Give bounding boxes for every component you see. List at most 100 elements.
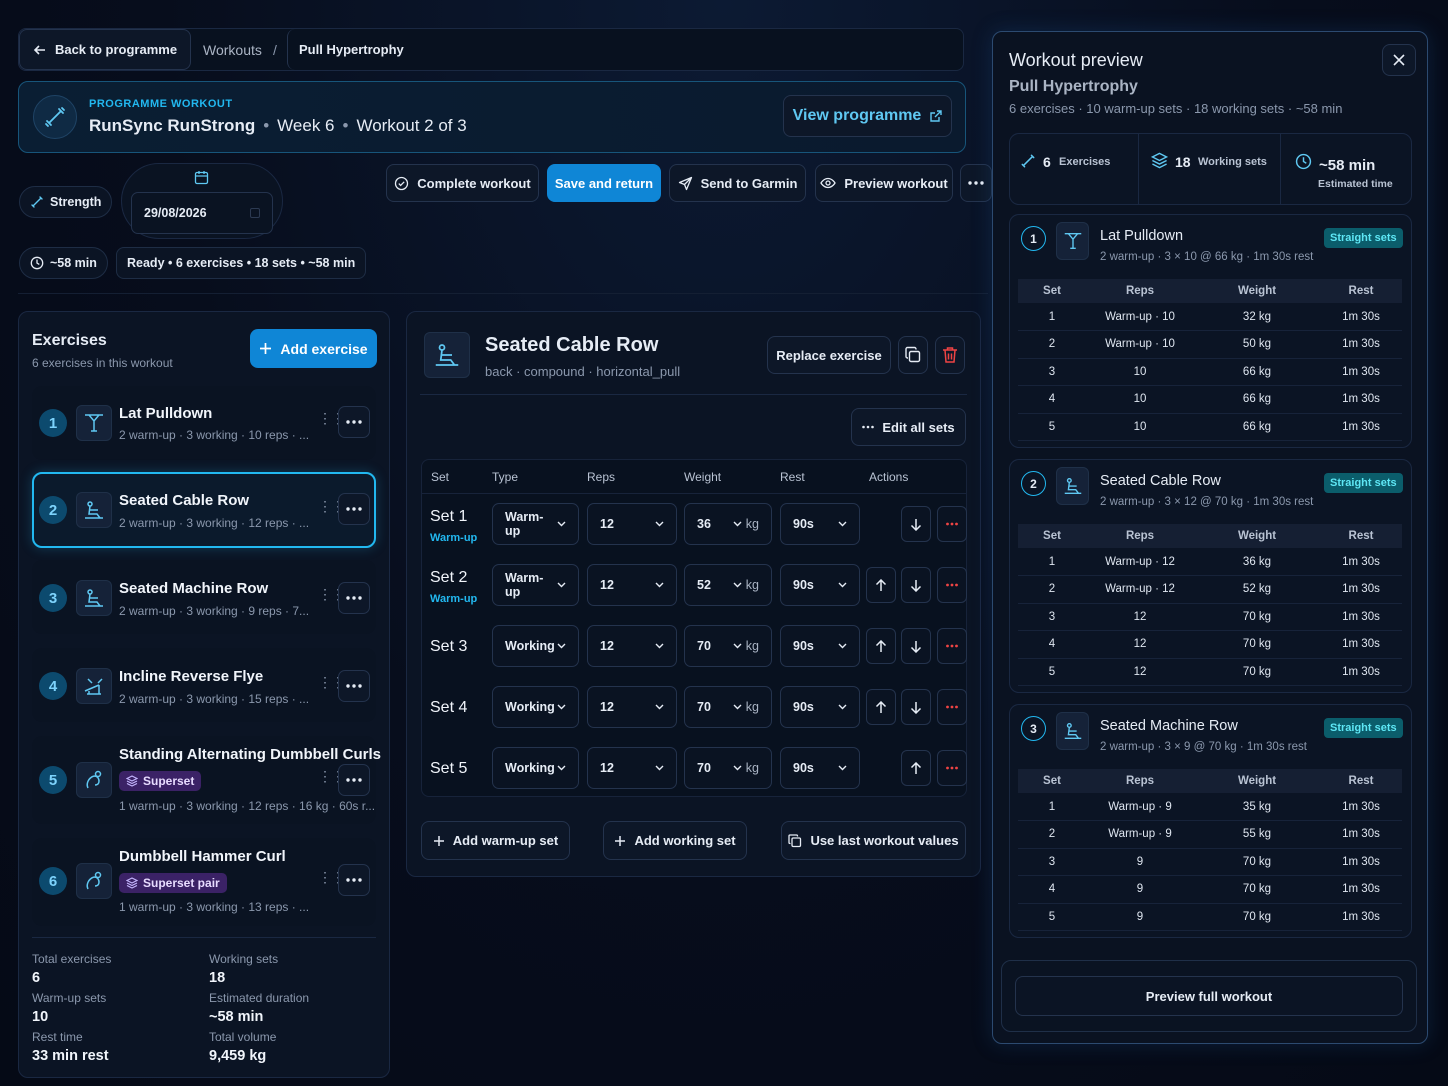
more-horizontal-icon xyxy=(946,522,958,526)
exercise-more-button[interactable] xyxy=(338,764,370,796)
exercise-more-button[interactable] xyxy=(338,406,370,438)
preview-set-row: 1 Warm-up · 10 32 kg 1m 30s xyxy=(1018,303,1402,331)
chevron-down-icon xyxy=(655,643,664,649)
move-down-button[interactable] xyxy=(901,506,931,542)
duplicate-button[interactable] xyxy=(898,336,928,374)
preview-cell: Warm-up · 12 xyxy=(1086,548,1194,576)
rest-select[interactable]: 90s xyxy=(780,564,860,606)
preview-set-row: 3 9 70 kg 1m 30s xyxy=(1018,848,1402,876)
chevron-down-icon xyxy=(655,704,664,710)
exercise-number-badge: 5 xyxy=(39,766,67,794)
col-rest: Rest xyxy=(780,470,805,484)
weight-input[interactable]: 70 kg xyxy=(684,625,772,667)
weight-input[interactable]: 70 kg xyxy=(684,686,772,728)
back-to-programme-button[interactable]: Back to programme xyxy=(19,29,191,70)
set-type-select[interactable]: Warm-up xyxy=(492,564,579,606)
rest-select[interactable]: 90s xyxy=(780,747,860,789)
set-type-select[interactable]: Working xyxy=(492,625,579,667)
reps-select[interactable]: 12 xyxy=(587,686,677,728)
move-up-button[interactable] xyxy=(901,750,931,786)
breadcrumb-separator: / xyxy=(273,42,277,58)
stat-sets-label: Working sets xyxy=(1198,156,1267,168)
preview-workout-label: Preview workout xyxy=(844,175,948,191)
set-type-select[interactable]: Working xyxy=(492,747,579,789)
set-type-select[interactable]: Warm-up xyxy=(492,503,579,545)
close-preview-button[interactable] xyxy=(1382,44,1416,76)
move-up-button[interactable] xyxy=(866,628,896,664)
weight-input[interactable]: 36 kg xyxy=(684,503,772,545)
reps-select[interactable]: 12 xyxy=(587,503,677,545)
preview-cell: 1m 30s xyxy=(1320,330,1402,359)
breadcrumb-workouts-link[interactable]: Workouts xyxy=(203,42,262,58)
move-up-button[interactable] xyxy=(866,689,896,725)
weight-input[interactable]: 52 kg xyxy=(684,564,772,606)
editor-exercise-title: Seated Cable Row xyxy=(485,334,659,356)
weight-value: 70 xyxy=(697,761,711,775)
more-horizontal-icon xyxy=(946,644,958,648)
exercise-more-button[interactable] xyxy=(338,582,370,614)
preview-full-workout-button[interactable]: Preview full workout xyxy=(1015,976,1403,1016)
delete-button[interactable] xyxy=(935,336,965,374)
programme-week: Week 6 xyxy=(277,116,335,135)
warmup-sets-value: 10 xyxy=(32,1009,49,1025)
preview-exercise-name: Seated Cable Row xyxy=(1100,473,1221,489)
edit-all-sets-button[interactable]: Edit all sets xyxy=(851,408,966,446)
exercise-name: Incline Reverse Flye xyxy=(119,668,264,685)
set-more-button[interactable] xyxy=(937,567,967,603)
set-type-select[interactable]: Working xyxy=(492,686,579,728)
move-down-button[interactable] xyxy=(901,628,931,664)
arrow-down-icon xyxy=(910,579,922,592)
chevron-down-icon xyxy=(557,643,566,649)
replace-exercise-button[interactable]: Replace exercise xyxy=(767,336,891,374)
send-to-garmin-button[interactable]: Send to Garmin xyxy=(669,164,806,202)
superset-pair-label: Superset pair xyxy=(143,876,220,890)
preview-sets-table: Set Reps Weight Rest 1 Warm-up · 10 32 kg 1m 30… xyxy=(1018,279,1402,441)
more-options-button[interactable] xyxy=(960,164,992,202)
add-working-set-button[interactable]: Add working set xyxy=(603,821,747,860)
set-more-button[interactable] xyxy=(937,689,967,725)
rest-select[interactable]: 90s xyxy=(780,686,860,728)
th-weight: Weight xyxy=(1194,279,1320,303)
replace-exercise-label: Replace exercise xyxy=(776,347,882,363)
more-horizontal-icon xyxy=(946,766,958,770)
preview-workout-button[interactable]: Preview workout xyxy=(815,164,953,202)
send-to-garmin-label: Send to Garmin xyxy=(700,175,798,191)
save-and-return-button[interactable]: Save and return xyxy=(547,164,661,202)
exercise-more-button[interactable] xyxy=(338,864,370,896)
weight-input[interactable]: 70 kg xyxy=(684,747,772,789)
col-type: Type xyxy=(492,470,519,484)
preview-set-row: 2 Warm-up · 12 52 kg 1m 30s xyxy=(1018,575,1402,604)
th-set: Set xyxy=(1018,769,1086,793)
use-last-workout-values-button[interactable]: Use last workout values xyxy=(781,821,966,860)
col-actions: Actions xyxy=(869,470,909,484)
view-programme-button[interactable]: View programme xyxy=(783,95,952,137)
move-up-button[interactable] xyxy=(866,567,896,603)
complete-workout-label: Complete workout xyxy=(417,175,531,191)
rest-select[interactable]: 90s xyxy=(780,625,860,667)
preview-exercise-thumbnail-icon xyxy=(1056,222,1089,260)
rest-select[interactable]: 90s xyxy=(780,503,860,545)
weight-unit: kg xyxy=(745,700,759,714)
set-more-button[interactable] xyxy=(937,628,967,664)
exercise-name: Seated Machine Row xyxy=(119,580,269,597)
dumbbell-icon xyxy=(1020,153,1036,169)
th-rest: Rest xyxy=(1320,769,1402,793)
exercise-more-button[interactable] xyxy=(338,670,370,702)
set-more-button[interactable] xyxy=(937,506,967,542)
reps-select[interactable]: 12 xyxy=(587,564,677,606)
add-exercise-button[interactable]: Add exercise xyxy=(250,329,377,368)
workout-type-pill: Strength xyxy=(19,186,113,218)
set-more-button[interactable] xyxy=(937,750,967,786)
weight-unit: kg xyxy=(745,761,759,775)
move-down-button[interactable] xyxy=(901,689,931,725)
add-warmup-set-button[interactable]: Add warm-up set xyxy=(421,821,570,860)
date-input-calendar-icon[interactable] xyxy=(250,208,260,218)
reps-select[interactable]: 12 xyxy=(587,747,677,789)
reps-select[interactable]: 12 xyxy=(587,625,677,667)
preview-cell: 2 xyxy=(1018,330,1086,359)
exercise-more-button[interactable] xyxy=(338,493,370,525)
date-input[interactable]: 29/08/2026 xyxy=(131,192,273,234)
move-down-button[interactable] xyxy=(901,567,931,603)
curl-thumbnail-icon xyxy=(76,762,112,798)
complete-workout-button[interactable]: Complete workout xyxy=(386,164,539,202)
